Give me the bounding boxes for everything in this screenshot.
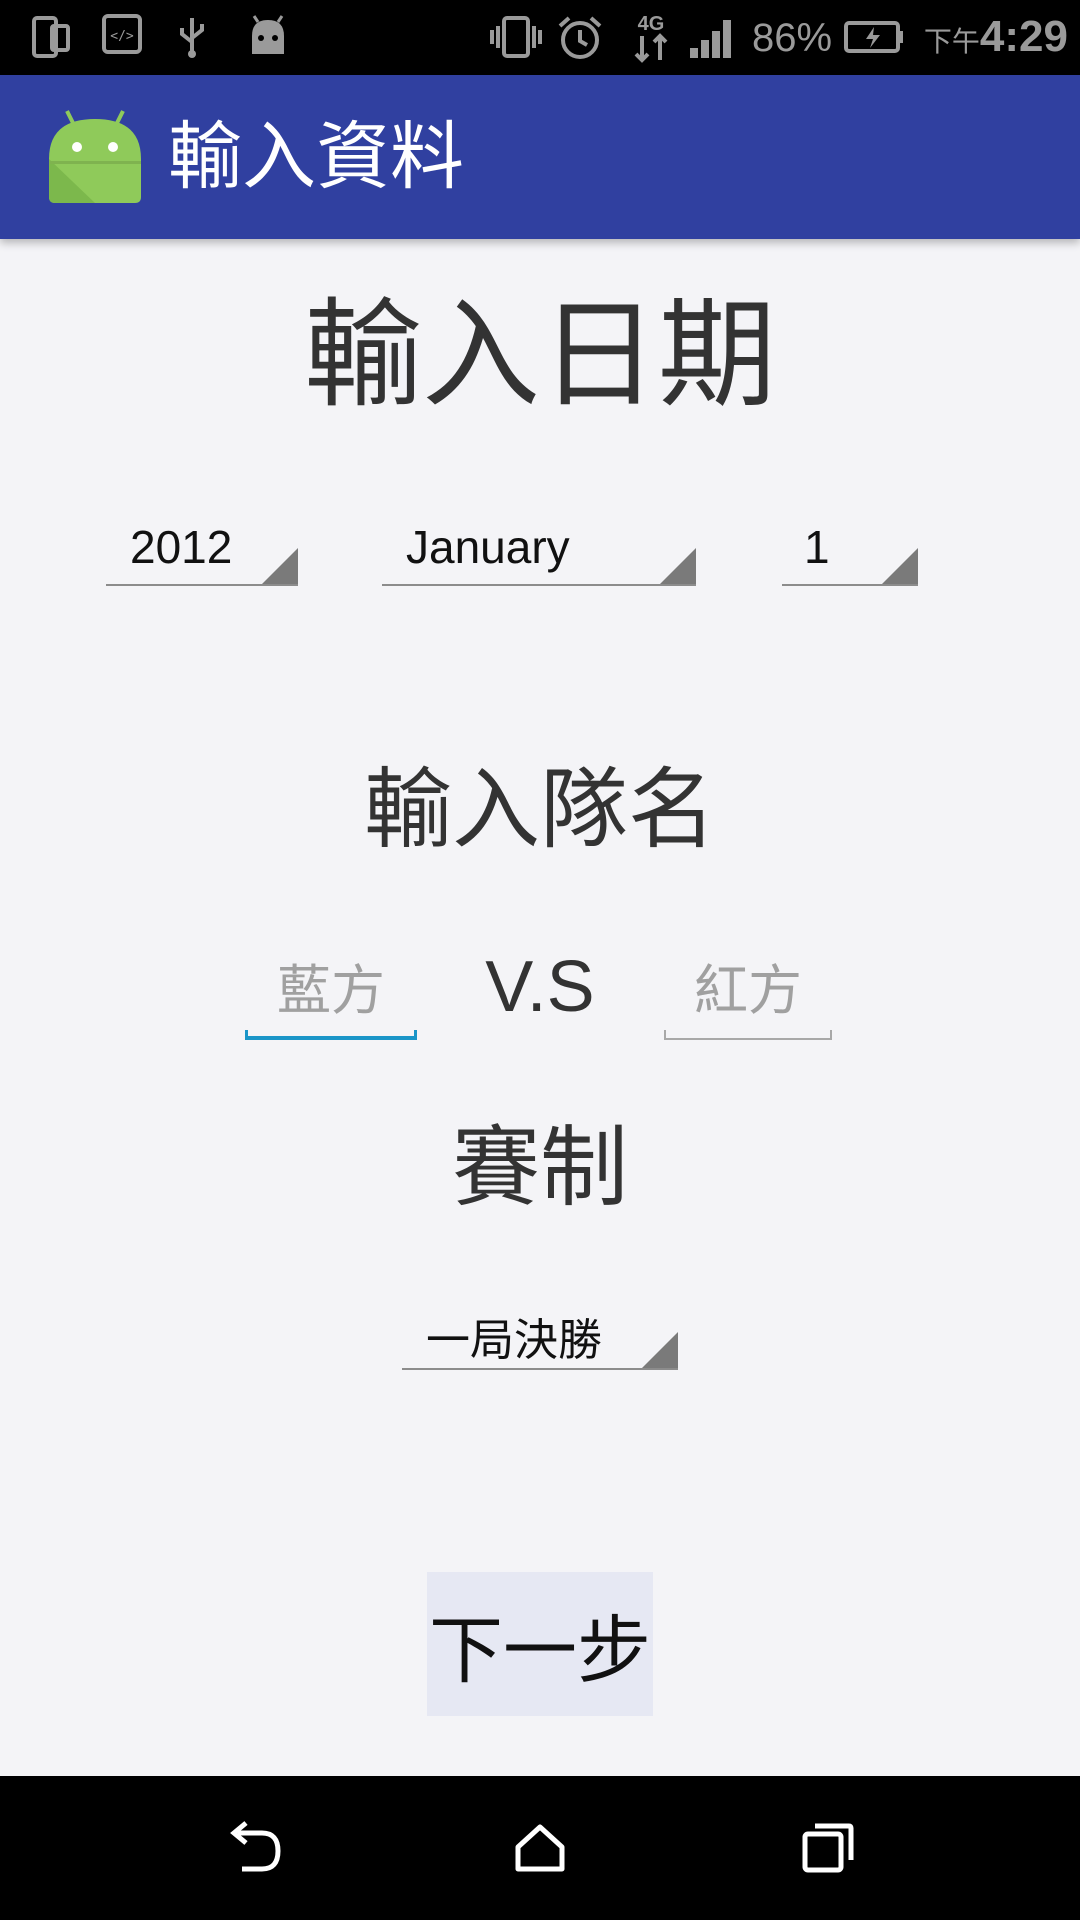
device-icon: [30, 14, 74, 60]
red-team-underline: [664, 1030, 832, 1040]
code-icon: </>: [102, 14, 142, 54]
recents-icon[interactable]: [792, 1812, 864, 1884]
match-format-value: 一局決勝: [426, 1315, 602, 1366]
day-value: 1: [804, 521, 830, 573]
app-bar: 輸入資料: [0, 75, 1080, 239]
team-heading: 輸入隊名: [363, 758, 716, 861]
alarm-icon: [556, 14, 604, 62]
signal-icon: [688, 14, 738, 60]
vibrate-icon: [490, 14, 542, 60]
home-icon[interactable]: [504, 1812, 576, 1884]
usb-icon: [174, 14, 210, 58]
month-value: January: [406, 521, 570, 573]
next-button[interactable]: 下一步: [427, 1572, 653, 1716]
network-4g-icon: 4G: [630, 10, 672, 64]
clock-ampm: 下午: [923, 26, 980, 57]
date-heading: 輸入日期: [303, 286, 776, 424]
android-robot-icon: [45, 109, 145, 205]
clock: 下午4:29: [924, 12, 1068, 62]
dropdown-triangle-icon: [882, 548, 918, 584]
clock-time: 4:29: [979, 12, 1068, 61]
dropdown-triangle-icon: [660, 548, 696, 584]
red-team-input[interactable]: [664, 950, 832, 1030]
dropdown-triangle-icon: [642, 1332, 678, 1368]
match-format-spinner[interactable]: 一局決勝: [402, 1286, 678, 1370]
battery-charging-icon: [844, 20, 904, 54]
dropdown-triangle-icon: [262, 548, 298, 584]
year-spinner[interactable]: 2012: [106, 502, 298, 586]
svg-text:4G: 4G: [638, 13, 665, 35]
year-value: 2012: [130, 521, 233, 573]
format-heading: 賽制: [451, 1116, 628, 1219]
svg-text:</>: </>: [110, 29, 134, 44]
blue-team-input[interactable]: [245, 950, 417, 1030]
android-debug-icon: [248, 14, 288, 58]
battery-percent: 86%: [752, 16, 833, 60]
month-spinner[interactable]: January: [382, 502, 696, 586]
status-bar: </> 4G 86% 下午4:29: [0, 0, 1080, 75]
vs-label: V.S: [485, 947, 595, 1027]
app-title: 輸入資料: [168, 114, 464, 200]
day-spinner[interactable]: 1: [782, 502, 918, 586]
blue-team-underline: [245, 1030, 417, 1040]
navigation-bar: [0, 1776, 1080, 1920]
back-icon[interactable]: [218, 1812, 290, 1884]
